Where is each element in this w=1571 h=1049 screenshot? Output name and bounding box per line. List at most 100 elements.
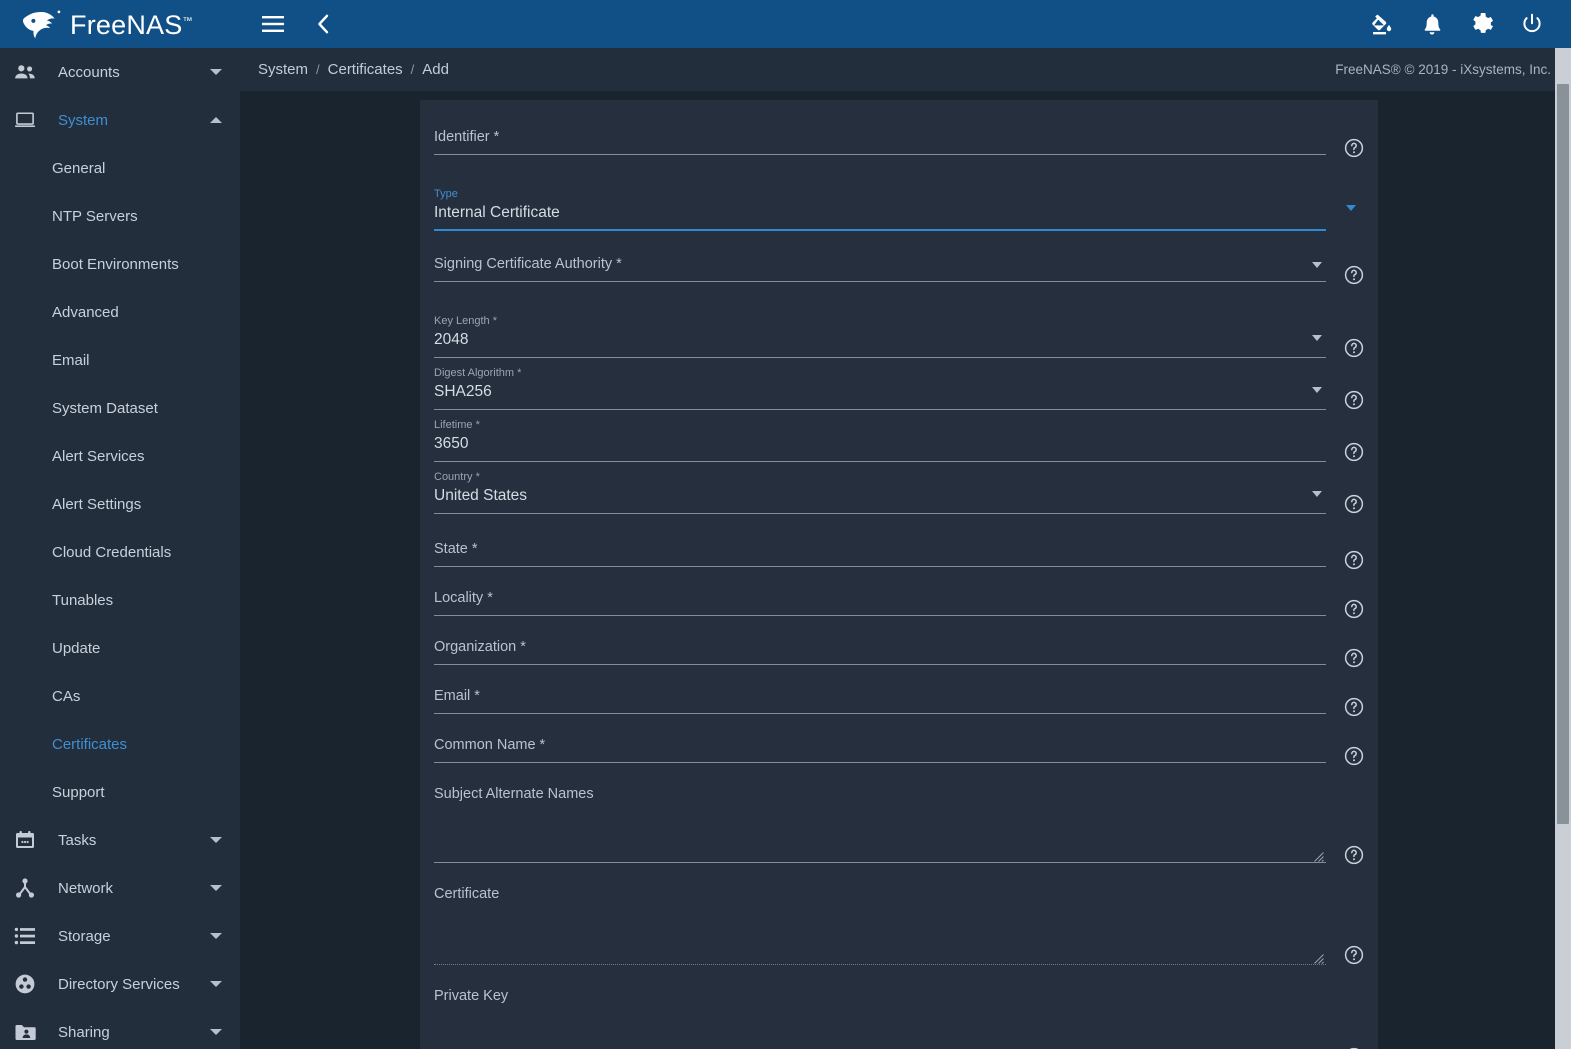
field-locality[interactable]: Locality * <box>434 587 1364 636</box>
app-root: FreeNAS™ Accounts System General NTP Ser… <box>0 0 1571 1049</box>
sidebar-subitem-alert-settings[interactable]: Alert Settings <box>0 480 240 528</box>
breadcrumb-item-system[interactable]: System <box>258 61 308 78</box>
sidebar-subitem-cas[interactable]: CAs <box>0 672 240 720</box>
sidebar-subitem-advanced[interactable]: Advanced <box>0 288 240 336</box>
help-circle-icon[interactable] <box>1344 390 1364 410</box>
lifetime-label: Lifetime * <box>434 419 480 431</box>
field-lifetime[interactable]: Lifetime * 3650 <box>434 418 1364 468</box>
type-underline <box>434 229 1326 231</box>
sidebar-subitem-cloud-credentials[interactable]: Cloud Credentials <box>0 528 240 576</box>
locality-underline <box>434 615 1326 616</box>
help-circle-icon[interactable] <box>1344 265 1364 285</box>
sidebar-subitem-alert-services[interactable]: Alert Services <box>0 432 240 480</box>
calendar-icon <box>14 828 42 852</box>
sidebar-item-system[interactable]: System <box>0 96 240 144</box>
chevron-left-icon[interactable] <box>308 9 338 39</box>
type-label: Type <box>434 188 458 200</box>
computer-icon <box>14 108 42 132</box>
help-circle-icon[interactable] <box>1344 442 1364 462</box>
field-email[interactable]: Email * <box>434 685 1364 734</box>
help-circle-icon[interactable] <box>1344 494 1364 514</box>
network-icon <box>14 876 42 900</box>
brand-trademark: ™ <box>182 15 193 27</box>
locality-label: Locality * <box>434 590 493 606</box>
help-circle-icon[interactable] <box>1344 338 1364 358</box>
sidebar-subitem-certificates[interactable]: Certificates <box>0 720 240 768</box>
hamburger-menu-icon[interactable] <box>258 9 288 39</box>
sidebar-item-label: Tasks <box>58 831 97 849</box>
breadcrumb-item-certificates[interactable]: Certificates <box>328 61 403 78</box>
freenas-logo[interactable]: FreeNAS™ <box>22 9 193 40</box>
common-name-label: Common Name * <box>434 737 546 753</box>
help-circle-icon[interactable] <box>1344 648 1364 668</box>
sidebar-subitem-label: Alert Settings <box>52 495 142 513</box>
field-common-name[interactable]: Common Name * <box>434 734 1364 783</box>
sidebar-item-directory-services[interactable]: Directory Services <box>0 960 240 1008</box>
field-key-length[interactable]: Key Length * 2048 <box>434 314 1364 364</box>
sidebar-item-sharing[interactable]: Sharing <box>0 1008 240 1049</box>
state-label: State * <box>434 541 478 557</box>
sidebar-item-network[interactable]: Network <box>0 864 240 912</box>
sidebar-subitem-label: Advanced <box>52 303 119 321</box>
theme-icon[interactable] <box>1367 9 1397 39</box>
help-circle-icon[interactable] <box>1344 599 1364 619</box>
help-circle-icon[interactable] <box>1344 550 1364 570</box>
scrollbar-thumb[interactable] <box>1557 84 1569 824</box>
textarea-resize-grip[interactable] <box>1314 849 1324 862</box>
gear-icon[interactable] <box>1467 9 1497 39</box>
help-circle-icon[interactable] <box>1344 697 1364 717</box>
sidebar-subitem-support[interactable]: Support <box>0 768 240 816</box>
field-subject-alternate-names[interactable]: Subject Alternate Names <box>434 783 1364 883</box>
field-type[interactable]: Type Internal Certificate <box>434 187 1364 237</box>
vertical-scrollbar[interactable] <box>1555 48 1571 1049</box>
chevron-down-icon <box>210 933 222 939</box>
textarea-resize-grip[interactable] <box>1314 951 1324 964</box>
power-icon[interactable] <box>1517 9 1547 39</box>
key-length-underline <box>434 357 1326 358</box>
chevron-down-icon <box>210 69 222 75</box>
chevron-down-icon[interactable] <box>1312 491 1322 497</box>
field-country[interactable]: Country * United States <box>434 470 1364 520</box>
bell-icon[interactable] <box>1417 9 1447 39</box>
breadcrumb-separator: / <box>410 62 415 77</box>
sidebar-subitem-tunables[interactable]: Tunables <box>0 576 240 624</box>
content-scroll-area: Identifier * Type Internal Certificate S… <box>240 92 1571 1049</box>
sidebar-subitem-update[interactable]: Update <box>0 624 240 672</box>
field-signing-certificate-authority[interactable]: Signing Certificate Authority * <box>434 253 1364 305</box>
field-digest-algorithm[interactable]: Digest Algorithm * SHA256 <box>434 366 1364 416</box>
sidebar-item-tasks[interactable]: Tasks <box>0 816 240 864</box>
signing-ca-underline <box>434 281 1326 282</box>
chevron-down-icon[interactable] <box>1312 387 1322 393</box>
breadcrumb: System / Certificates / Add FreeNAS® © 2… <box>240 48 1571 92</box>
sidebar-subitem-label: NTP Servers <box>52 207 138 225</box>
help-circle-icon[interactable] <box>1344 746 1364 766</box>
chevron-down-icon[interactable] <box>1312 335 1322 341</box>
chevron-down-icon[interactable] <box>1346 205 1356 211</box>
field-organization[interactable]: Organization * <box>434 636 1364 685</box>
field-certificate: Certificate <box>434 883 1364 985</box>
sidebar-subitem-boot-environments[interactable]: Boot Environments <box>0 240 240 288</box>
sidebar-subitem-system-dataset[interactable]: System Dataset <box>0 384 240 432</box>
sidebar-item-label: Network <box>58 879 114 897</box>
state-underline <box>434 566 1326 567</box>
sidebar-subitem-label: Tunables <box>52 591 114 609</box>
key-length-value: 2048 <box>434 331 469 348</box>
chevron-down-icon <box>210 837 222 843</box>
field-state[interactable]: State * <box>434 538 1364 587</box>
help-circle-icon[interactable] <box>1344 845 1364 865</box>
field-private-key: Private Key <box>434 985 1364 1049</box>
sidebar-subitem-email[interactable]: Email <box>0 336 240 384</box>
key-length-label: Key Length * <box>434 315 497 327</box>
digest-algorithm-label: Digest Algorithm * <box>434 367 522 379</box>
sidebar-item-accounts[interactable]: Accounts <box>0 48 240 96</box>
sidebar-subitem-label: CAs <box>52 687 81 705</box>
help-circle-icon[interactable] <box>1344 138 1364 158</box>
sidebar-item-storage[interactable]: Storage <box>0 912 240 960</box>
sidebar-subitem-general[interactable]: General <box>0 144 240 192</box>
sidebar-subitem-ntp-servers[interactable]: NTP Servers <box>0 192 240 240</box>
sidebar-subitem-label: Update <box>52 639 101 657</box>
chevron-down-icon[interactable] <box>1312 262 1322 268</box>
sidebar-subitem-label: Alert Services <box>52 447 145 465</box>
help-circle-icon[interactable] <box>1344 945 1364 965</box>
sidebar-item-label: Sharing <box>58 1023 110 1041</box>
